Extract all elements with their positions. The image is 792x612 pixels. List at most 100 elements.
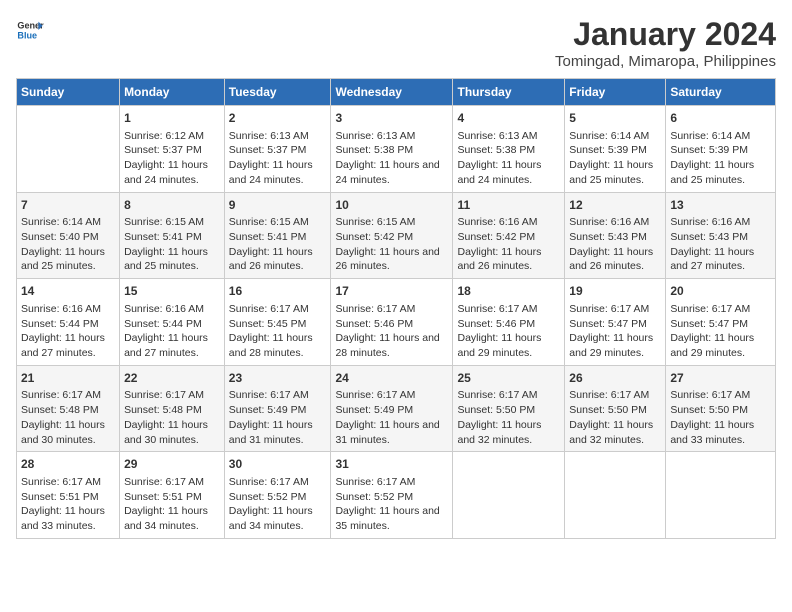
header-cell-tuesday: Tuesday: [224, 79, 331, 106]
day-number: 17: [335, 283, 448, 300]
day-number: 15: [124, 283, 220, 300]
cell-content: Sunrise: 6:17 AM Sunset: 5:47 PM Dayligh…: [569, 302, 661, 361]
calendar-cell: 24Sunrise: 6:17 AM Sunset: 5:49 PM Dayli…: [331, 365, 453, 452]
cell-content: Sunrise: 6:14 AM Sunset: 5:39 PM Dayligh…: [670, 129, 771, 188]
day-number: 29: [124, 456, 220, 473]
calendar-cell: 15 Sunrise: 6:16 AM Sunset: 5:44 PM Dayli…: [120, 279, 225, 366]
day-number: 8: [124, 197, 220, 214]
day-number: 26: [569, 370, 661, 387]
calendar-header: SundayMondayTuesdayWednesdayThursdayFrid…: [17, 79, 776, 106]
calendar-cell: 6 Sunrise: 6:14 AM Sunset: 5:39 PM Daylig…: [666, 106, 776, 193]
calendar-cell: 25Sunrise: 6:17 AM Sunset: 5:50 PM Dayli…: [453, 365, 565, 452]
calendar-row: 28 Sunrise: 6:17 AM Sunset: 5:51 PM Dayli…: [17, 452, 776, 539]
calendar-cell: 17 Sunrise: 6:17 AM Sunset: 5:46 PM Dayli…: [331, 279, 453, 366]
cell-content: Sunrise: 6:17 AM Sunset: 5:51 PM Dayligh…: [124, 475, 220, 534]
calendar-row: 1Sunrise: 6:12 AM Sunset: 5:37 PM Daylig…: [17, 106, 776, 193]
cell-content: Sunrise: 6:14 AM Sunset: 5:39 PM Dayligh…: [569, 129, 661, 188]
cell-content: Sunrise: 6:13 AM Sunset: 5:37 PM Dayligh…: [229, 129, 327, 188]
calendar-cell: 8Sunrise: 6:15 AM Sunset: 5:41 PM Daylig…: [120, 192, 225, 279]
calendar-cell: 22Sunrise: 6:17 AM Sunset: 5:48 PM Dayli…: [120, 365, 225, 452]
calendar-row: 14 Sunrise: 6:16 AM Sunset: 5:44 PM Dayli…: [17, 279, 776, 366]
logo: General Blue: [16, 16, 44, 44]
cell-content: Sunrise: 6:15 AM Sunset: 5:42 PM Dayligh…: [335, 215, 448, 274]
calendar-cell: 7Sunrise: 6:14 AM Sunset: 5:40 PM Daylig…: [17, 192, 120, 279]
calendar-cell: 4Sunrise: 6:13 AM Sunset: 5:38 PM Daylig…: [453, 106, 565, 193]
cell-content: Sunrise: 6:16 AM Sunset: 5:43 PM Dayligh…: [670, 215, 771, 274]
calendar-row: 21Sunrise: 6:17 AM Sunset: 5:48 PM Dayli…: [17, 365, 776, 452]
cell-content: Sunrise: 6:17 AM Sunset: 5:46 PM Dayligh…: [335, 302, 448, 361]
day-number: 3: [335, 110, 448, 127]
cell-content: Sunrise: 6:15 AM Sunset: 5:41 PM Dayligh…: [124, 215, 220, 274]
calendar-cell: 13Sunrise: 6:16 AM Sunset: 5:43 PM Dayli…: [666, 192, 776, 279]
day-number: 27: [670, 370, 771, 387]
cell-content: Sunrise: 6:17 AM Sunset: 5:45 PM Dayligh…: [229, 302, 327, 361]
calendar-cell: 3 Sunrise: 6:13 AM Sunset: 5:38 PM Daylig…: [331, 106, 453, 193]
day-number: 31: [335, 456, 448, 473]
calendar-cell: 21Sunrise: 6:17 AM Sunset: 5:48 PM Dayli…: [17, 365, 120, 452]
cell-content: Sunrise: 6:13 AM Sunset: 5:38 PM Dayligh…: [335, 129, 448, 188]
cell-content: Sunrise: 6:17 AM Sunset: 5:51 PM Dayligh…: [21, 475, 115, 534]
cell-content: Sunrise: 6:16 AM Sunset: 5:42 PM Dayligh…: [457, 215, 560, 274]
title-area: January 2024 Tomingad, Mimaropa, Philipp…: [555, 16, 776, 70]
calendar-cell: 31Sunrise: 6:17 AM Sunset: 5:52 PM Dayli…: [331, 452, 453, 539]
cell-content: Sunrise: 6:17 AM Sunset: 5:50 PM Dayligh…: [457, 388, 560, 447]
calendar-cell: 9Sunrise: 6:15 AM Sunset: 5:41 PM Daylig…: [224, 192, 331, 279]
cell-content: Sunrise: 6:17 AM Sunset: 5:49 PM Dayligh…: [335, 388, 448, 447]
calendar-cell: 2 Sunrise: 6:13 AM Sunset: 5:37 PM Daylig…: [224, 106, 331, 193]
cell-content: Sunrise: 6:17 AM Sunset: 5:48 PM Dayligh…: [21, 388, 115, 447]
day-number: 13: [670, 197, 771, 214]
day-number: 24: [335, 370, 448, 387]
svg-text:Blue: Blue: [17, 30, 37, 40]
calendar-cell: [17, 106, 120, 193]
day-number: 10: [335, 197, 448, 214]
day-number: 6: [670, 110, 771, 127]
header-cell-friday: Friday: [565, 79, 666, 106]
day-number: 20: [670, 283, 771, 300]
day-number: 2: [229, 110, 327, 127]
cell-content: Sunrise: 6:17 AM Sunset: 5:52 PM Dayligh…: [229, 475, 327, 534]
day-number: 23: [229, 370, 327, 387]
day-number: 7: [21, 197, 115, 214]
calendar-cell: 10Sunrise: 6:15 AM Sunset: 5:42 PM Dayli…: [331, 192, 453, 279]
calendar-cell: 20 Sunrise: 6:17 AM Sunset: 5:47 PM Dayli…: [666, 279, 776, 366]
cell-content: Sunrise: 6:16 AM Sunset: 5:44 PM Dayligh…: [124, 302, 220, 361]
cell-content: Sunrise: 6:17 AM Sunset: 5:48 PM Dayligh…: [124, 388, 220, 447]
day-number: 19: [569, 283, 661, 300]
calendar-cell: 14 Sunrise: 6:16 AM Sunset: 5:44 PM Dayli…: [17, 279, 120, 366]
day-number: 30: [229, 456, 327, 473]
day-number: 16: [229, 283, 327, 300]
calendar-cell: 1Sunrise: 6:12 AM Sunset: 5:37 PM Daylig…: [120, 106, 225, 193]
day-number: 28: [21, 456, 115, 473]
cell-content: Sunrise: 6:17 AM Sunset: 5:50 PM Dayligh…: [670, 388, 771, 447]
calendar-cell: 26Sunrise: 6:17 AM Sunset: 5:50 PM Dayli…: [565, 365, 666, 452]
calendar-table: SundayMondayTuesdayWednesdayThursdayFrid…: [16, 78, 776, 539]
day-number: 9: [229, 197, 327, 214]
day-number: 12: [569, 197, 661, 214]
calendar-cell: 29 Sunrise: 6:17 AM Sunset: 5:51 PM Dayli…: [120, 452, 225, 539]
calendar-cell: 19 Sunrise: 6:17 AM Sunset: 5:47 PM Dayli…: [565, 279, 666, 366]
calendar-cell: [565, 452, 666, 539]
calendar-cell: 23Sunrise: 6:17 AM Sunset: 5:49 PM Dayli…: [224, 365, 331, 452]
day-number: 21: [21, 370, 115, 387]
calendar-body: 1Sunrise: 6:12 AM Sunset: 5:37 PM Daylig…: [17, 106, 776, 539]
calendar-cell: 12Sunrise: 6:16 AM Sunset: 5:43 PM Dayli…: [565, 192, 666, 279]
day-number: 4: [457, 110, 560, 127]
calendar-row: 7Sunrise: 6:14 AM Sunset: 5:40 PM Daylig…: [17, 192, 776, 279]
calendar-cell: 5Sunrise: 6:14 AM Sunset: 5:39 PM Daylig…: [565, 106, 666, 193]
day-number: 1: [124, 110, 220, 127]
page-title: January 2024: [555, 16, 776, 53]
cell-content: Sunrise: 6:17 AM Sunset: 5:47 PM Dayligh…: [670, 302, 771, 361]
header-cell-saturday: Saturday: [666, 79, 776, 106]
calendar-cell: [666, 452, 776, 539]
day-number: 14: [21, 283, 115, 300]
calendar-cell: [453, 452, 565, 539]
logo-icon: General Blue: [16, 16, 44, 44]
day-number: 11: [457, 197, 560, 214]
day-number: 18: [457, 283, 560, 300]
cell-content: Sunrise: 6:15 AM Sunset: 5:41 PM Dayligh…: [229, 215, 327, 274]
calendar-cell: 27Sunrise: 6:17 AM Sunset: 5:50 PM Dayli…: [666, 365, 776, 452]
header-row: SundayMondayTuesdayWednesdayThursdayFrid…: [17, 79, 776, 106]
cell-content: Sunrise: 6:16 AM Sunset: 5:44 PM Dayligh…: [21, 302, 115, 361]
header-cell-sunday: Sunday: [17, 79, 120, 106]
cell-content: Sunrise: 6:17 AM Sunset: 5:50 PM Dayligh…: [569, 388, 661, 447]
